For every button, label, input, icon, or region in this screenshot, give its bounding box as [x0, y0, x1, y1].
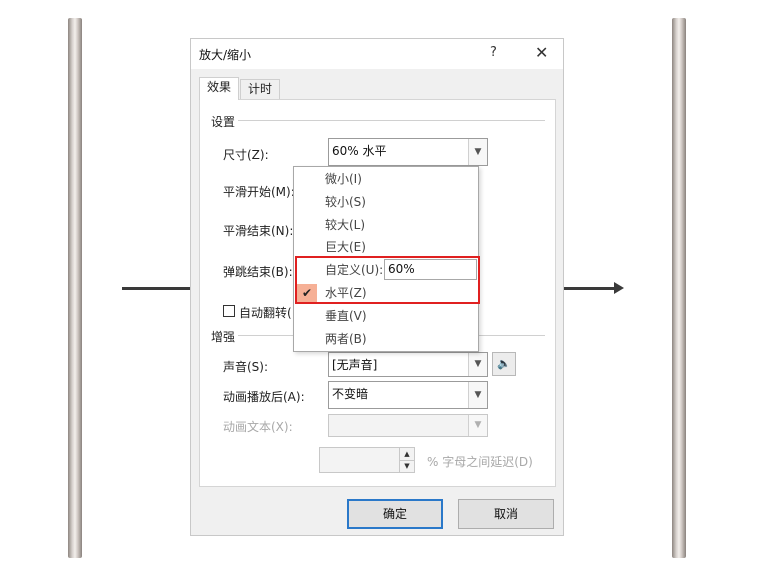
tab-timing-label: 计时	[248, 82, 273, 96]
size-option-vertical[interactable]: 垂直(V)	[294, 305, 478, 327]
auto-reverse-checkbox[interactable]	[223, 305, 235, 317]
size-combobox[interactable]: 60% 水平 ▼	[328, 138, 488, 166]
option-label: 较大(L)	[325, 218, 366, 232]
option-label: 微小(I)	[325, 172, 362, 186]
left-pillar	[68, 18, 82, 558]
spin-down-icon[interactable]: ▼	[399, 460, 414, 472]
sound-label: 声音(S):	[223, 360, 269, 374]
size-option-tiny[interactable]: 微小(I)	[294, 168, 478, 190]
dialog-title: 放大/缩小	[199, 48, 252, 62]
right-arrow-line	[564, 287, 616, 290]
tab-timing[interactable]: 计时	[240, 79, 281, 99]
ok-button[interactable]: 确定	[347, 499, 443, 529]
size-option-both[interactable]: 两者(B)	[294, 328, 478, 350]
right-pillar	[672, 18, 686, 558]
enhance-group-title: 增强	[211, 330, 236, 344]
help-button[interactable]: ?	[490, 45, 497, 60]
auto-reverse-label: 自动翻转(	[239, 306, 292, 320]
cancel-button[interactable]: 取消	[458, 499, 554, 529]
speaker-icon[interactable]: 🔈	[492, 352, 516, 376]
chevron-down-icon[interactable]: ▼	[468, 382, 487, 408]
tab-effect-label: 效果	[207, 80, 232, 94]
size-label: 尺寸(Z):	[223, 148, 269, 162]
option-label: 垂直(V)	[325, 309, 367, 323]
sound-value: [无声音]	[332, 358, 378, 372]
size-option-larger[interactable]: 较大(L)	[294, 214, 478, 236]
left-arrow-line	[122, 287, 190, 290]
option-label: 巨大(E)	[325, 240, 366, 254]
delay-spinner[interactable]: ▲ ▼	[319, 447, 415, 473]
close-button[interactable]: ✕	[535, 43, 548, 62]
smooth-start-label: 平滑开始(M):	[223, 185, 295, 199]
smooth-end-label: 平滑结束(N):	[223, 224, 294, 238]
bounce-end-label: 弹跳结束(B):	[223, 265, 293, 279]
tab-effect[interactable]: 效果	[199, 77, 240, 100]
settings-divider	[238, 120, 545, 121]
option-label: 较小(S)	[325, 195, 366, 209]
titlebar: 放大/缩小 ? ✕	[191, 39, 563, 69]
animate-text-combobox[interactable]: ▼	[328, 414, 488, 437]
animate-text-label: 动画文本(X):	[223, 420, 293, 434]
chevron-down-icon[interactable]: ▼	[468, 139, 487, 165]
sound-combobox[interactable]: [无声音] ▼	[328, 352, 488, 377]
highlight-annotation-box	[295, 256, 480, 304]
after-animation-label: 动画播放后(A):	[223, 390, 305, 404]
after-animation-value: 不变暗	[332, 387, 369, 401]
chevron-down-icon[interactable]: ▼	[468, 415, 487, 436]
size-value: 60% 水平	[332, 144, 387, 158]
size-option-smaller[interactable]: 较小(S)	[294, 191, 478, 213]
delay-label: % 字母之间延迟(D)	[427, 455, 533, 469]
after-animation-combobox[interactable]: 不变暗 ▼	[328, 381, 488, 409]
size-option-huge[interactable]: 巨大(E)	[294, 236, 478, 258]
settings-group-title: 设置	[211, 115, 236, 129]
arrow-head-icon	[614, 282, 624, 294]
chevron-down-icon[interactable]: ▼	[468, 353, 487, 376]
option-label: 两者(B)	[325, 332, 367, 346]
